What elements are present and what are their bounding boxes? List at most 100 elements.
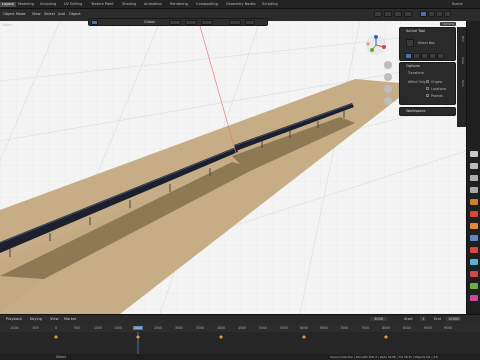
keyframe-marker bbox=[302, 335, 306, 339]
playback-menu[interactable]: Playback bbox=[6, 317, 22, 321]
tick-label: 4500 bbox=[237, 326, 247, 330]
locations-checkbox[interactable] bbox=[426, 87, 429, 90]
orientation-dropdown[interactable]: Global bbox=[144, 20, 155, 25]
scene-selector[interactable]: Scene bbox=[452, 2, 463, 7]
tab-item[interactable]: Item bbox=[458, 73, 465, 93]
tick-label: 1500 bbox=[113, 326, 123, 330]
tab-view[interactable]: View bbox=[458, 51, 465, 71]
tick-label: 5500 bbox=[279, 326, 289, 330]
solid-shading-icon[interactable] bbox=[420, 11, 427, 17]
select-box-tool-icon[interactable] bbox=[406, 39, 414, 47]
options-button[interactable]: Options bbox=[440, 22, 457, 26]
playhead-frame-label[interactable]: 2000 bbox=[132, 326, 144, 330]
tick-label: 6500 bbox=[319, 326, 329, 330]
xray-icon[interactable] bbox=[404, 11, 412, 17]
tick-label: 7000 bbox=[339, 326, 349, 330]
transform-title[interactable]: Transform bbox=[408, 71, 424, 75]
tab-animation[interactable]: Animation bbox=[144, 2, 162, 7]
tick-label: 6000 bbox=[299, 326, 309, 330]
tab-rendering[interactable]: Rendering bbox=[170, 2, 188, 7]
navigation-gizmo[interactable] bbox=[364, 33, 388, 57]
tick-label: 0 bbox=[54, 326, 58, 330]
menu-view[interactable]: View bbox=[32, 11, 41, 17]
options-title[interactable]: Options bbox=[406, 64, 420, 68]
parents-label: Parents bbox=[431, 94, 443, 98]
timeline-header: Playback Keying View Marker 3000 Start 1… bbox=[0, 315, 480, 324]
tab-texture-paint[interactable]: Texture Paint bbox=[91, 2, 114, 7]
select-box-icon[interactable] bbox=[91, 20, 98, 25]
snap-icon[interactable] bbox=[185, 20, 197, 25]
mode-extend-icon[interactable] bbox=[413, 53, 420, 59]
zoom-icon[interactable] bbox=[384, 61, 392, 69]
visibility-icon[interactable] bbox=[374, 11, 382, 17]
tab-scripting[interactable]: Scripting bbox=[262, 2, 278, 7]
tab-modeling[interactable]: Modeling bbox=[18, 2, 34, 7]
tab-uv-editing[interactable]: UV Editing bbox=[64, 2, 82, 7]
view-layer-icon[interactable] bbox=[470, 187, 478, 193]
affect-only-label: Affect Only bbox=[408, 80, 426, 84]
object-mode-dropdown[interactable]: Object Mode bbox=[3, 11, 26, 17]
proportional-edit-icon[interactable] bbox=[201, 20, 213, 25]
tick-label: 3500 bbox=[195, 326, 205, 330]
workspace-panel: Workspace bbox=[399, 107, 456, 116]
output-properties-icon[interactable] bbox=[470, 175, 478, 181]
tab-tool[interactable]: Tool bbox=[458, 29, 465, 49]
timeline-ruler[interactable]: -1000 -500 0 500 1000 1500 2000 2500 300… bbox=[0, 324, 480, 332]
render-properties-icon[interactable] bbox=[470, 163, 478, 169]
tab-geometry-nodes[interactable]: Geometry Nodes bbox=[226, 2, 256, 7]
options-icon[interactable] bbox=[245, 20, 255, 25]
keyframe-track[interactable] bbox=[0, 332, 480, 355]
end-frame-field[interactable]: 10000 bbox=[446, 317, 462, 321]
menu-add[interactable]: Add bbox=[58, 11, 65, 17]
filter-icon[interactable] bbox=[229, 20, 241, 25]
mode-intersect-icon[interactable] bbox=[437, 53, 444, 59]
3d-viewport[interactable] bbox=[0, 21, 466, 314]
marker-menu[interactable]: Marker bbox=[64, 317, 76, 321]
physics-icon[interactable] bbox=[470, 259, 478, 265]
tab-sculpting[interactable]: Sculpting bbox=[40, 2, 56, 7]
wireframe-shading-icon[interactable] bbox=[444, 11, 451, 17]
tab-shading[interactable]: Shading bbox=[122, 2, 136, 7]
perspective-icon[interactable] bbox=[384, 97, 392, 105]
locations-label: Locations bbox=[431, 87, 447, 91]
keyframe-marker bbox=[136, 335, 140, 339]
tick-label: -500 bbox=[31, 326, 39, 330]
scene-properties-icon[interactable] bbox=[470, 199, 478, 205]
object-properties-icon[interactable] bbox=[470, 223, 478, 229]
current-frame-field[interactable]: 3000 bbox=[370, 317, 388, 321]
mode-invert-icon[interactable] bbox=[429, 53, 436, 59]
world-properties-icon[interactable] bbox=[470, 211, 478, 217]
workspace-title[interactable]: Workspace bbox=[406, 109, 426, 113]
tab-compositing[interactable]: Compositing bbox=[196, 2, 218, 7]
properties-editor-tabs bbox=[466, 21, 480, 314]
material-shading-icon[interactable] bbox=[428, 11, 435, 17]
pivot-icon[interactable] bbox=[169, 20, 181, 25]
particles-icon[interactable] bbox=[470, 247, 478, 253]
mode-new-icon[interactable] bbox=[405, 53, 412, 59]
menu-object[interactable]: Object bbox=[69, 11, 81, 17]
camera-icon[interactable] bbox=[384, 85, 392, 93]
gizmo-icon[interactable] bbox=[384, 11, 392, 17]
constraints-icon[interactable] bbox=[470, 271, 478, 277]
overlay-icon[interactable] bbox=[394, 11, 402, 17]
keyframe-marker bbox=[54, 335, 58, 339]
rendered-shading-icon[interactable] bbox=[436, 11, 443, 17]
parents-checkbox[interactable] bbox=[426, 94, 429, 97]
keyframe-marker bbox=[219, 335, 223, 339]
menu-select[interactable]: Select bbox=[44, 11, 55, 17]
data-properties-icon[interactable] bbox=[470, 283, 478, 289]
start-frame-field[interactable]: 1 bbox=[420, 317, 427, 321]
active-tool-title[interactable]: Active Tool bbox=[406, 29, 425, 33]
tick-label: 9500 bbox=[443, 326, 453, 330]
modifier-properties-icon[interactable] bbox=[470, 235, 478, 241]
mode-subtract-icon[interactable] bbox=[421, 53, 428, 59]
tool-name: Select Box bbox=[418, 41, 435, 45]
status-left: Select bbox=[56, 355, 66, 359]
material-properties-icon[interactable] bbox=[470, 295, 478, 301]
keying-menu[interactable]: Keying bbox=[30, 317, 42, 321]
tool-properties-icon[interactable] bbox=[470, 151, 478, 157]
tab-layout[interactable]: Layout bbox=[0, 2, 16, 7]
pan-icon[interactable] bbox=[384, 73, 392, 81]
origins-checkbox[interactable] bbox=[426, 80, 429, 83]
view-menu[interactable]: View bbox=[50, 317, 59, 321]
